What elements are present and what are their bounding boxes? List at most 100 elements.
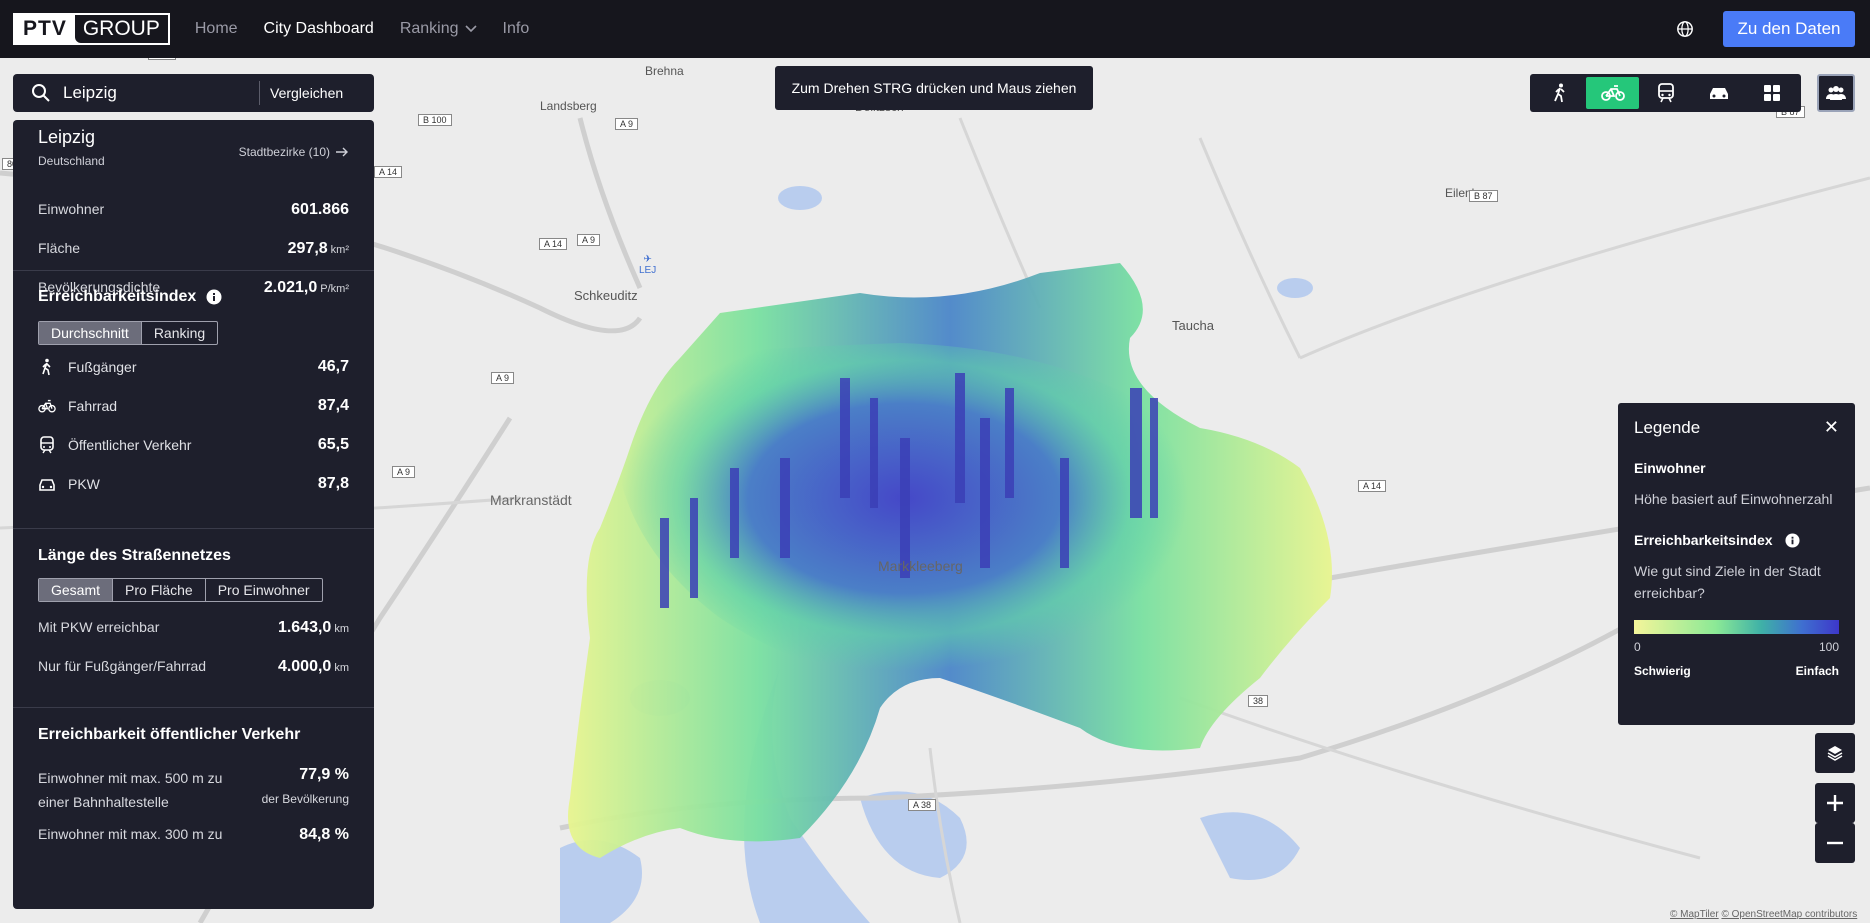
legend-panel: Legende ✕ Einwohner Höhe basiert auf Einw… (1618, 403, 1855, 725)
bicycle-icon (1600, 85, 1625, 101)
globe-icon[interactable] (1676, 20, 1694, 38)
zoom-in-button[interactable] (1815, 783, 1855, 823)
scale-left-label: Schwierig (1634, 664, 1691, 678)
city-overview-section: Leipzig Deutschland Stadtbezirke (10) Ei… (13, 120, 374, 296)
legend-title: Legende (1634, 417, 1701, 437)
road-network-section: Länge des Straßennetzes Gesamt Pro Fläch… (13, 529, 374, 708)
row-value: 1.643,0 (277, 619, 332, 636)
road-shield: A 9 (392, 466, 416, 478)
districts-link[interactable]: Stadtbezirke (10) (239, 136, 349, 168)
info-icon[interactable] (1784, 532, 1800, 548)
scale-right-label: Einfach (1795, 664, 1839, 678)
layers-button[interactable] (1815, 733, 1855, 773)
stat-unit: P/km² (320, 283, 349, 295)
mode-label: Fahrrad (68, 397, 118, 414)
search-icon (32, 84, 50, 102)
scale-max: 100 (1818, 640, 1839, 654)
transit-row: Einwohner mit max. 500 m zu einer Bahnhal… (38, 766, 349, 814)
mode-label: Öffentlicher Verkehr (68, 436, 192, 453)
mode-value: 87,8 (317, 474, 349, 492)
compare-button[interactable]: Vergleichen (270, 85, 343, 101)
go-to-data-button[interactable]: Zu den Daten (1723, 11, 1855, 47)
mode-value: 87,4 (317, 396, 349, 414)
city-search-bar: Vergleichen (13, 74, 374, 112)
row-unit: km (334, 623, 349, 635)
mode-train-button[interactable] (1639, 77, 1692, 109)
maptiler-link[interactable]: © MapTiler (1670, 909, 1719, 920)
rotate-hint-tooltip: Zum Drehen STRG drücken und Maus ziehen (775, 66, 1093, 110)
nav-info[interactable]: Info (503, 20, 530, 38)
ptv-group-logo[interactable]: PTV GROUP (13, 13, 170, 45)
bicycle-icon (38, 397, 56, 415)
mode-row-car: PKW 87,8 (38, 464, 349, 503)
road-shield: A 38 (908, 799, 937, 811)
top-navigation-bar: PTV GROUP Home City Dashboard Ranking In… (0, 0, 1870, 58)
districts-link-label: Stadtbezirke (10) (238, 145, 330, 159)
stat-row: Fläche 297,8 km² (38, 240, 349, 258)
color-scale-bar (1634, 620, 1839, 634)
info-icon[interactable] (206, 289, 222, 305)
logo-text-group: GROUP (74, 15, 168, 43)
stat-value: 2.021,0 (263, 279, 318, 296)
nav-city-dashboard[interactable]: City Dashboard (264, 20, 374, 38)
segment-ranking[interactable]: Ranking (140, 322, 217, 344)
accessibility-index-section: Erreichbarkeitsindex Durchschnitt Rankin… (13, 271, 374, 529)
network-row: Nur für Fußgänger/Fahrrad 4.000,0 km (38, 658, 349, 676)
mode-value: 46,7 (317, 357, 349, 375)
row-value: 77,9 % (299, 766, 349, 783)
mode-bicycle-button[interactable] (1586, 77, 1639, 109)
legend-section-title: Einwohner (1634, 460, 1706, 476)
mode-all-button[interactable] (1745, 77, 1798, 109)
map-label-taucha: Taucha (1172, 318, 1214, 333)
row-label-line1: Einwohner mit max. 500 m zu (38, 770, 223, 786)
row-label-line2: einer Bahnhaltestelle (38, 794, 169, 810)
segment-average[interactable]: Durchschnitt (39, 322, 141, 344)
plus-icon (1827, 795, 1843, 811)
train-icon (38, 435, 56, 454)
segment-total[interactable]: Gesamt (39, 579, 113, 601)
city-name: Leipzig (38, 127, 96, 147)
accessibility-toggle: Durchschnitt Ranking (38, 321, 219, 345)
pedestrian-icon (38, 358, 56, 376)
airport-label-lej: ✈ LEJ (639, 254, 656, 276)
logo-text-ptv: PTV (23, 17, 67, 40)
mode-value: 65,5 (317, 435, 349, 453)
grid-icon (1763, 85, 1780, 101)
section-title: Länge des Straßennetzes (38, 547, 231, 564)
row-value: 4.000,0 (277, 658, 332, 675)
mode-row-bicycle: Fahrrad 87,4 (38, 386, 349, 425)
row-unit: km (334, 662, 349, 674)
chevron-down-icon (464, 25, 477, 33)
mode-car-button[interactable] (1692, 77, 1745, 109)
legend-section-title: Erreichbarkeitsindex (1634, 532, 1773, 548)
segment-per-area[interactable]: Pro Fläche (112, 579, 205, 601)
population-layer-button[interactable] (1817, 74, 1855, 112)
main-nav: Home City Dashboard Ranking Info (195, 20, 529, 38)
train-icon (1657, 83, 1674, 103)
osm-link[interactable]: © OpenStreetMap contributors (1721, 909, 1857, 920)
close-icon[interactable]: ✕ (1824, 417, 1839, 438)
mode-pedestrian-button[interactable] (1533, 77, 1586, 109)
map-label-markkleeberg: Markkleeberg (878, 558, 963, 574)
road-shield: A 14 (1358, 480, 1387, 492)
road-shield: A 9 (577, 234, 601, 246)
segment-per-inhabitant[interactable]: Pro Einwohner (204, 579, 322, 601)
city-search-input[interactable] (63, 83, 259, 103)
car-icon (1709, 88, 1728, 99)
divider (259, 81, 260, 105)
car-icon (38, 475, 56, 493)
stat-label: Einwohner (38, 201, 105, 217)
arrow-right-icon (336, 147, 348, 157)
stat-value: 297,8 (287, 240, 328, 257)
nav-home[interactable]: Home (195, 20, 238, 38)
stat-unit: km² (330, 244, 349, 256)
section-title: Erreichbarkeit öffentlicher Verkehr (38, 726, 301, 743)
nav-ranking[interactable]: Ranking (400, 20, 477, 38)
airport-code: LEJ (639, 265, 657, 276)
nav-ranking-label: Ranking (399, 20, 459, 37)
scale-min: 0 (1634, 640, 1641, 654)
road-shield: 38 (1248, 695, 1269, 707)
zoom-out-button[interactable] (1815, 823, 1855, 863)
mode-row-public-transport: Öffentlicher Verkehr 65,5 (38, 425, 349, 464)
row-sub: der Bevölkerung (261, 792, 349, 806)
